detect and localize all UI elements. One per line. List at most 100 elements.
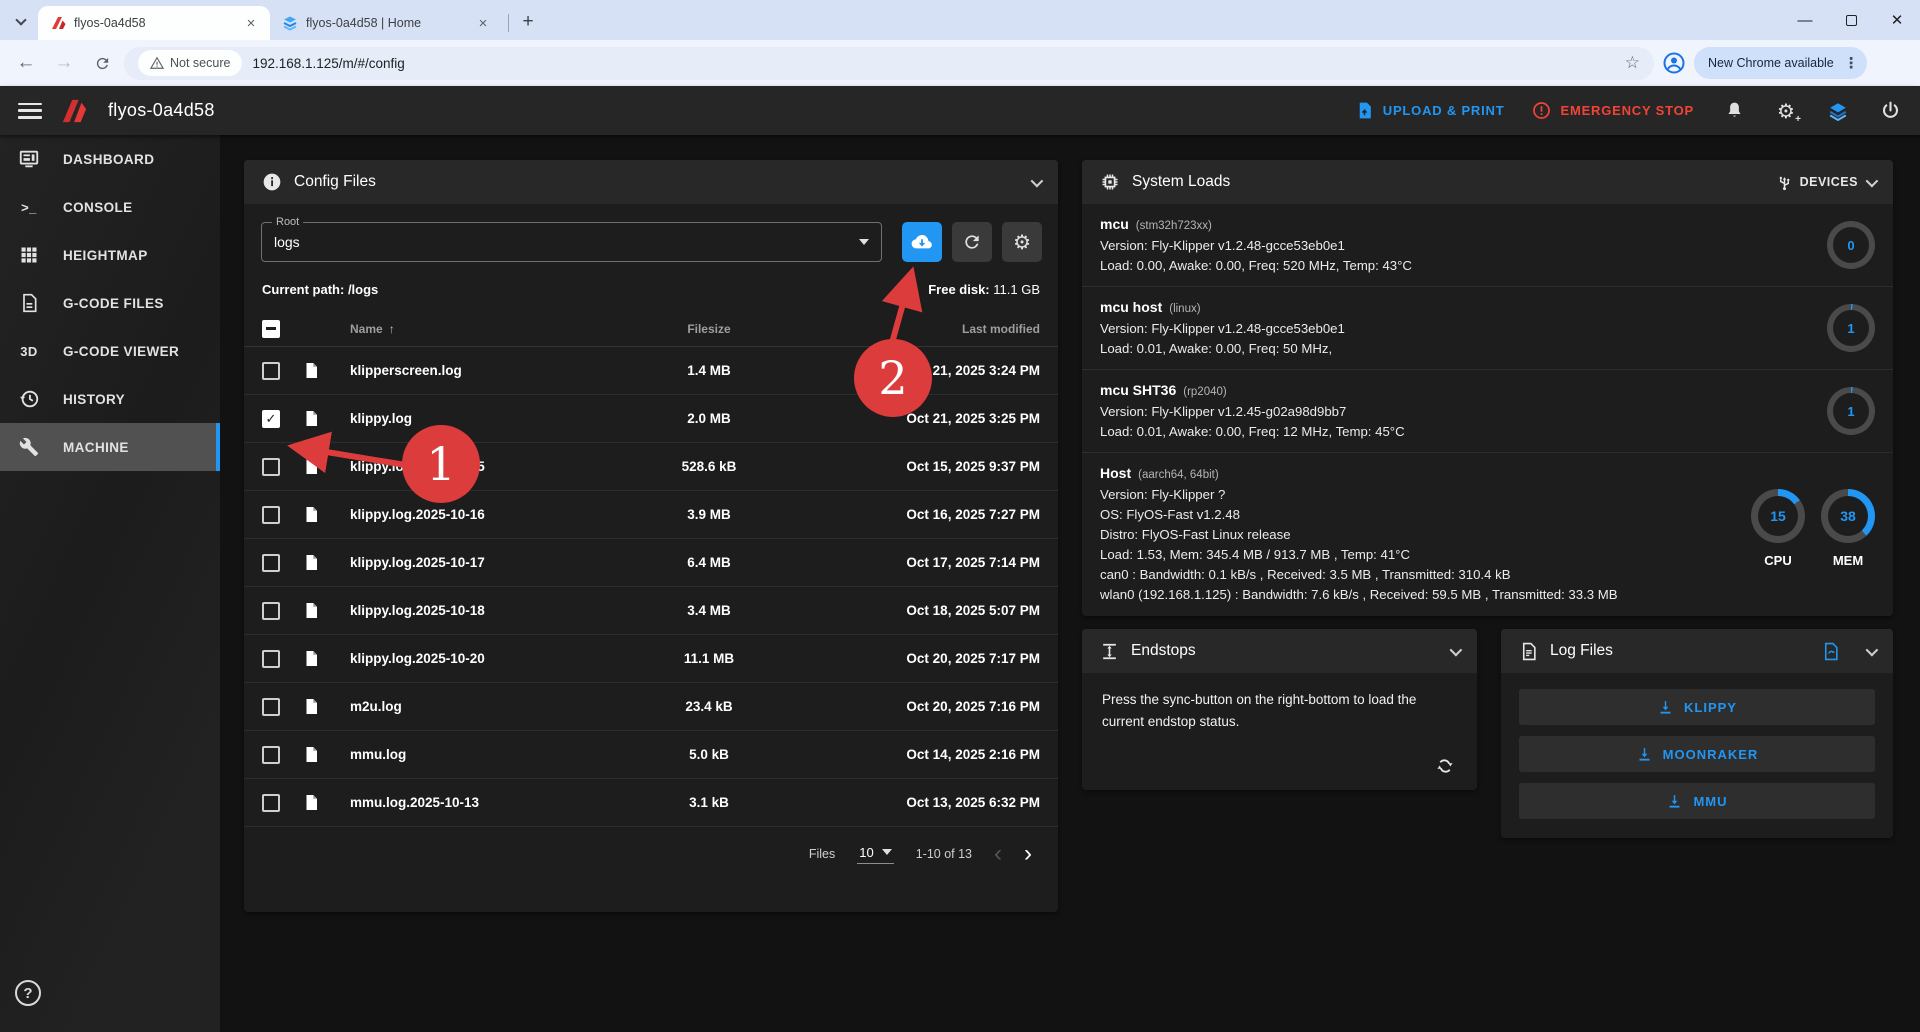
profile-icon: [1662, 51, 1686, 75]
window-close-button[interactable]: ✕: [1874, 0, 1920, 40]
table-row[interactable]: ✓ klippy.log.2025-10-18 3.4 MB Oct 18, 2…: [244, 587, 1058, 635]
column-filesize[interactable]: Filesize: [614, 322, 804, 336]
table-row[interactable]: ✓ klippy.log.2025-10-17 6.4 MB Oct 17, 2…: [244, 539, 1058, 587]
row-checkbox[interactable]: ✓: [262, 746, 280, 764]
sidebar-item-gcode-files[interactable]: G-CODE FILES: [0, 279, 220, 327]
forward-button[interactable]: →: [48, 47, 80, 79]
system-loads-header[interactable]: System Loads DEVICES: [1082, 160, 1893, 204]
theme-layers-button[interactable]: [1826, 99, 1850, 123]
sidebar-item-heightmap[interactable]: HEIGHTMAP: [0, 231, 220, 279]
sidebar-item-dashboard[interactable]: DASHBOARD: [0, 135, 220, 183]
download-mmu-button[interactable]: MMU: [1519, 783, 1875, 819]
download-moonraker-button[interactable]: MOONRAKER: [1519, 736, 1875, 772]
table-row[interactable]: ✓ mmu.log 5.0 kB Oct 14, 2025 2:16 PM: [244, 731, 1058, 779]
host-section: Host(aarch64, 64bit) Version: Fly-Klippe…: [1082, 453, 1893, 615]
table-row[interactable]: ✓ m2u.log 23.4 kB Oct 20, 2025 7:16 PM: [244, 683, 1058, 731]
column-modified[interactable]: Last modified: [804, 322, 1040, 336]
table-row[interactable]: ✓ klippy.log.2025-10-20 11.1 MB Oct 20, …: [244, 635, 1058, 683]
tab-close-icon[interactable]: ×: [474, 14, 492, 32]
refresh-button[interactable]: [952, 222, 992, 262]
file-name: klippy.log.2025-10-20: [350, 651, 614, 666]
gcode-viewer-icon: 3D: [17, 339, 41, 363]
row-checkbox[interactable]: ✓: [262, 650, 280, 668]
row-checkbox[interactable]: ✓: [262, 698, 280, 716]
collapse-chevron-icon[interactable]: [1866, 643, 1879, 656]
collapse-chevron-icon[interactable]: [1450, 643, 1463, 656]
row-checkbox[interactable]: ✓: [262, 458, 280, 476]
sidebar-item-gcode-viewer[interactable]: 3D G-CODE VIEWER: [0, 327, 220, 375]
mem-gauge: 38: [1821, 489, 1875, 543]
menu-button[interactable]: [18, 103, 42, 119]
log-rollover-icon[interactable]: [1821, 642, 1840, 661]
log-button-label: MMU: [1693, 794, 1727, 809]
address-bar[interactable]: Not secure 192.168.1.125/m/#/config ☆: [124, 47, 1654, 80]
file-modified: Oct 17, 2025 7:14 PM: [804, 555, 1040, 570]
free-disk-label: Free disk:: [928, 282, 989, 297]
power-button[interactable]: [1878, 99, 1902, 123]
download-klippy-button[interactable]: KLIPPY: [1519, 689, 1875, 725]
endstops-sync-button[interactable]: [1431, 752, 1459, 780]
table-row[interactable]: ✓ klippy.log 2.0 MB Oct 21, 2025 3:25 PM: [244, 395, 1058, 443]
table-row[interactable]: ✓ mmu.log.2025-10-13 3.1 kB Oct 13, 2025…: [244, 779, 1058, 827]
sidebar-item-console[interactable]: >_ CONSOLE: [0, 183, 220, 231]
select-all-checkbox[interactable]: [262, 320, 280, 338]
column-name[interactable]: Name↑: [350, 322, 614, 336]
file-icon: [302, 600, 320, 621]
panel-title: Config Files: [294, 173, 376, 191]
row-checkbox[interactable]: ✓: [262, 602, 280, 620]
emergency-stop-button[interactable]: EMERGENCY STOP: [1532, 101, 1694, 120]
mcu-chip: (stm32h723xx): [1136, 220, 1212, 232]
download-all-button[interactable]: [902, 222, 942, 262]
file-name: klippy.log.2025-10-17: [350, 555, 614, 570]
chrome-update-button[interactable]: New Chrome available ⋮: [1694, 47, 1867, 79]
bookmark-star-icon[interactable]: ☆: [1625, 53, 1640, 73]
plus-badge-icon: +: [1795, 114, 1801, 125]
sidebar-item-history[interactable]: HISTORY: [0, 375, 220, 423]
next-page-button[interactable]: ›: [1024, 842, 1032, 866]
tab-search-button[interactable]: [4, 3, 38, 37]
config-files-header[interactable]: Config Files: [244, 160, 1058, 204]
flyos-logo: [60, 98, 90, 124]
dashboard-icon: [17, 147, 41, 171]
mem-value: 38: [1828, 496, 1868, 536]
collapse-chevron-icon[interactable]: [1031, 174, 1044, 187]
tab-close-icon[interactable]: ×: [242, 14, 260, 32]
profile-avatar[interactable]: [1660, 49, 1688, 77]
back-button[interactable]: ←: [10, 47, 42, 79]
root-select[interactable]: Root logs: [261, 222, 882, 262]
file-name: klippy.log: [350, 411, 614, 426]
per-page-select[interactable]: 10: [857, 845, 893, 864]
history-icon: [17, 387, 41, 411]
browser-tab-active[interactable]: flyos-0a4d58 ×: [38, 6, 270, 40]
row-checkbox[interactable]: ✓: [262, 554, 280, 572]
devices-toggle[interactable]: DEVICES: [1777, 174, 1875, 191]
notifications-button[interactable]: [1722, 99, 1746, 123]
previous-page-button[interactable]: ‹: [994, 842, 1002, 866]
sidebar-item-machine[interactable]: MACHINE: [0, 423, 220, 471]
table-row[interactable]: ✓ klipperscreen.log 1.4 MB Oct 21, 2025 …: [244, 347, 1058, 395]
window-minimize-button[interactable]: —: [1782, 0, 1828, 40]
browser-tab-home[interactable]: flyos-0a4d58 | Home ×: [270, 6, 502, 40]
table-row[interactable]: ✓ klippy.log.2025-10-16 3.9 MB Oct 16, 2…: [244, 491, 1058, 539]
sidebar-item-label: G-CODE VIEWER: [63, 344, 179, 359]
endstops-header[interactable]: Endstops: [1082, 629, 1477, 673]
reload-button[interactable]: [86, 47, 118, 79]
header-actions: UPLOAD & PRINT EMERGENCY STOP ⚙ +: [1355, 99, 1902, 123]
row-checkbox[interactable]: ✓: [262, 794, 280, 812]
settings-button[interactable]: ⚙ +: [1774, 99, 1798, 123]
row-checkbox[interactable]: ✓: [262, 506, 280, 524]
app-title: flyos-0a4d58: [108, 100, 215, 121]
mcu-chip: (linux): [1169, 303, 1200, 315]
table-row[interactable]: ✓ klippy.log.2025-10-15 528.6 kB Oct 15,…: [244, 443, 1058, 491]
mcu-load-gauge: 0: [1827, 221, 1875, 269]
row-checkbox[interactable]: ✓: [262, 362, 280, 380]
upload-print-button[interactable]: UPLOAD & PRINT: [1355, 101, 1505, 120]
window-maximize-button[interactable]: [1828, 0, 1874, 40]
help-button[interactable]: ?: [15, 980, 41, 1006]
table-settings-button[interactable]: ⚙: [1002, 222, 1042, 262]
browser-menu-icon[interactable]: ⋮: [1844, 54, 1859, 72]
security-chip[interactable]: Not secure: [138, 50, 242, 76]
new-tab-button[interactable]: +: [515, 9, 541, 35]
row-checkbox[interactable]: ✓: [262, 410, 280, 428]
log-files-header[interactable]: Log Files: [1501, 629, 1893, 673]
